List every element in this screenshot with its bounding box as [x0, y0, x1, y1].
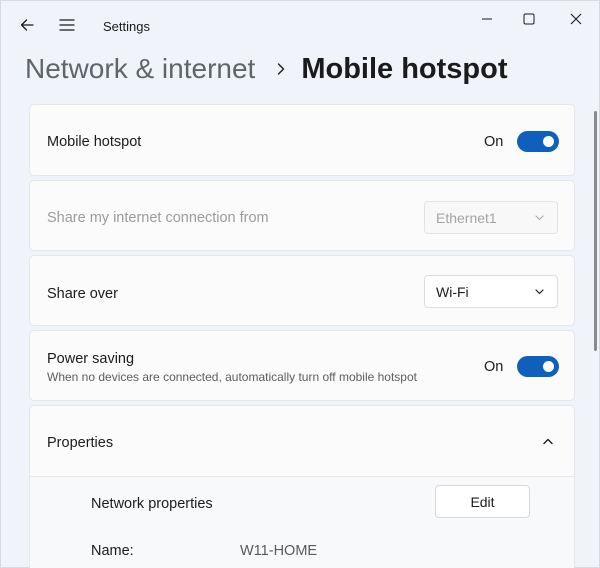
network-properties-label: Network properties: [91, 496, 213, 512]
close-icon[interactable]: [564, 9, 588, 29]
mobile-hotspot-label: Mobile hotspot: [47, 134, 142, 150]
chevron-right-icon: [277, 63, 285, 75]
settings-window: Settings Network & internet Mobile hotsp…: [0, 0, 600, 568]
properties-label: Properties: [47, 435, 114, 451]
share-over-value: Wi-Fi: [436, 283, 469, 300]
power-saving-description: When no devices are connected, automatic…: [47, 370, 417, 384]
share-from-value: Ethernet1: [436, 209, 497, 226]
share-over-card: Share over Wi-Fi: [29, 255, 575, 326]
share-over-dropdown[interactable]: Wi-Fi: [424, 275, 558, 308]
maximize-icon[interactable]: [517, 9, 541, 29]
power-saving-toggle[interactable]: [517, 356, 559, 377]
power-saving-label: Power saving: [47, 351, 135, 367]
properties-header[interactable]: Properties: [29, 405, 575, 477]
scrollbar[interactable]: [594, 111, 597, 351]
page-title: Mobile hotspot: [301, 52, 508, 85]
mobile-hotspot-toggle[interactable]: [517, 131, 559, 152]
power-saving-state: On: [484, 359, 504, 375]
chevron-down-icon: [534, 212, 545, 223]
properties-content: Network properties Edit Name: W11-HOME: [29, 476, 575, 568]
chevron-down-icon: [534, 286, 545, 297]
hamburger-menu-icon[interactable]: [57, 15, 77, 35]
app-title: Settings: [103, 19, 150, 34]
breadcrumb: Network & internet Mobile hotspot: [25, 49, 508, 89]
name-label: Name:: [91, 543, 134, 559]
share-from-label: Share my internet connection from: [47, 210, 269, 226]
toggle-knob: [543, 136, 554, 147]
back-arrow-icon[interactable]: [17, 15, 37, 35]
title-bar: Settings: [1, 1, 600, 49]
chevron-up-icon[interactable]: [542, 436, 554, 447]
toggle-knob: [543, 361, 554, 372]
power-saving-card: Power saving When no devices are connect…: [29, 330, 575, 401]
mobile-hotspot-state: On: [484, 134, 504, 150]
edit-button[interactable]: Edit: [435, 485, 530, 518]
share-from-card: Share my internet connection from Ethern…: [29, 180, 575, 251]
edit-button-label: Edit: [470, 493, 495, 510]
mobile-hotspot-card: Mobile hotspot On: [29, 104, 575, 176]
name-value: W11-HOME: [240, 543, 318, 559]
share-from-dropdown[interactable]: Ethernet1: [424, 201, 558, 234]
share-over-label: Share over: [47, 286, 118, 302]
minimize-icon[interactable]: [475, 9, 499, 29]
breadcrumb-parent[interactable]: Network & internet: [25, 53, 255, 85]
